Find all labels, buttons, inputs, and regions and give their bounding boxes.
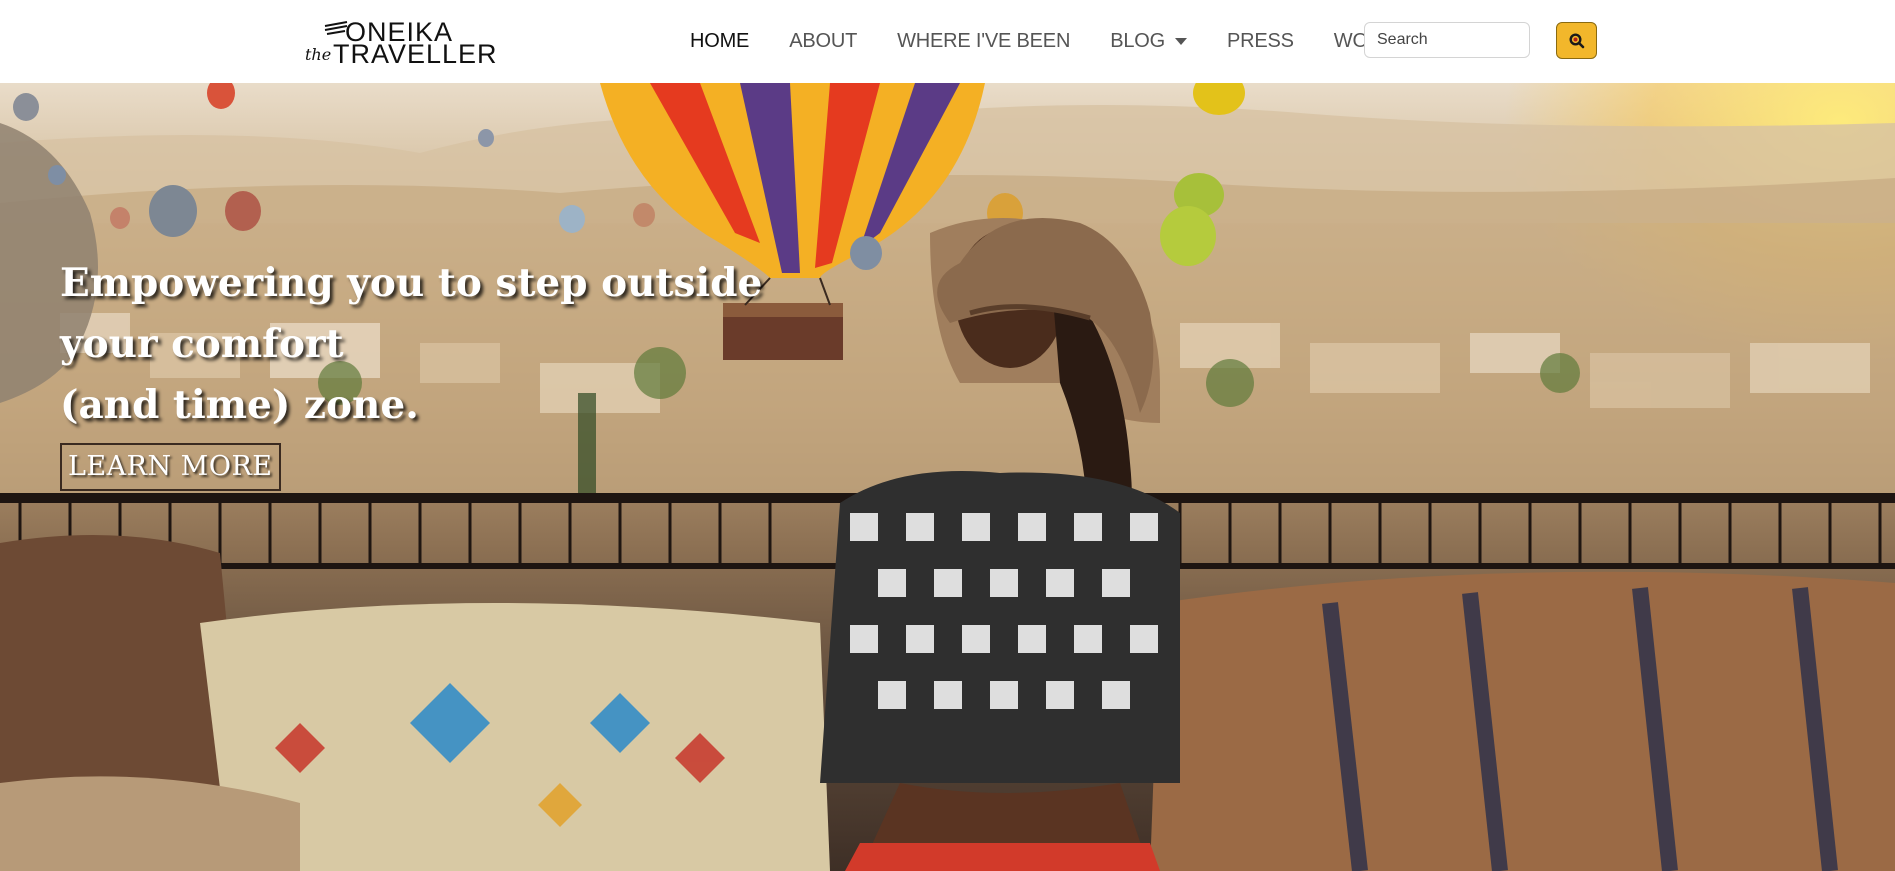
site-header: ONEIKA the TRAVELLER HOME ABOUT WHERE I'… <box>0 0 1895 83</box>
logo-word-traveller: TRAVELLER <box>333 39 498 69</box>
logo-word-the: the <box>305 45 332 64</box>
search-button[interactable] <box>1556 22 1597 59</box>
nav-item-label: WHERE I'VE BEEN <box>897 30 1071 52</box>
nav-item-label: PRESS <box>1226 30 1294 52</box>
hero-headline-line-2: your comfort <box>60 321 344 367</box>
nav-item-blog[interactable]: BLOG <box>1110 30 1187 53</box>
nav-item-label: BLOG <box>1110 30 1165 52</box>
nav-item-label: ABOUT <box>789 30 858 52</box>
hero-headline-line-1: Empowering you to step outside <box>60 260 763 306</box>
chevron-down-icon <box>1174 38 1187 45</box>
nav-item-home[interactable]: HOME <box>690 30 749 53</box>
nav-item-about[interactable]: ABOUT <box>789 30 857 53</box>
search-icon <box>1568 32 1584 48</box>
hero-background-image <box>0 83 1895 871</box>
learn-more-button[interactable]: LEARN MORE <box>60 443 281 491</box>
hero-headline: Empowering you to step outside your comf… <box>60 253 763 436</box>
site-logo[interactable]: ONEIKA the TRAVELLER <box>305 17 497 71</box>
hero-headline-line-3: (and time) zone. <box>60 382 419 428</box>
nav-item-where-ive-been[interactable]: WHERE I'VE BEEN <box>897 30 1070 53</box>
hero-section: Empowering you to step outside your comf… <box>0 83 1895 871</box>
nav-item-label: HOME <box>690 30 750 52</box>
search-input[interactable] <box>1364 22 1530 58</box>
nav-item-press[interactable]: PRESS <box>1227 30 1294 53</box>
